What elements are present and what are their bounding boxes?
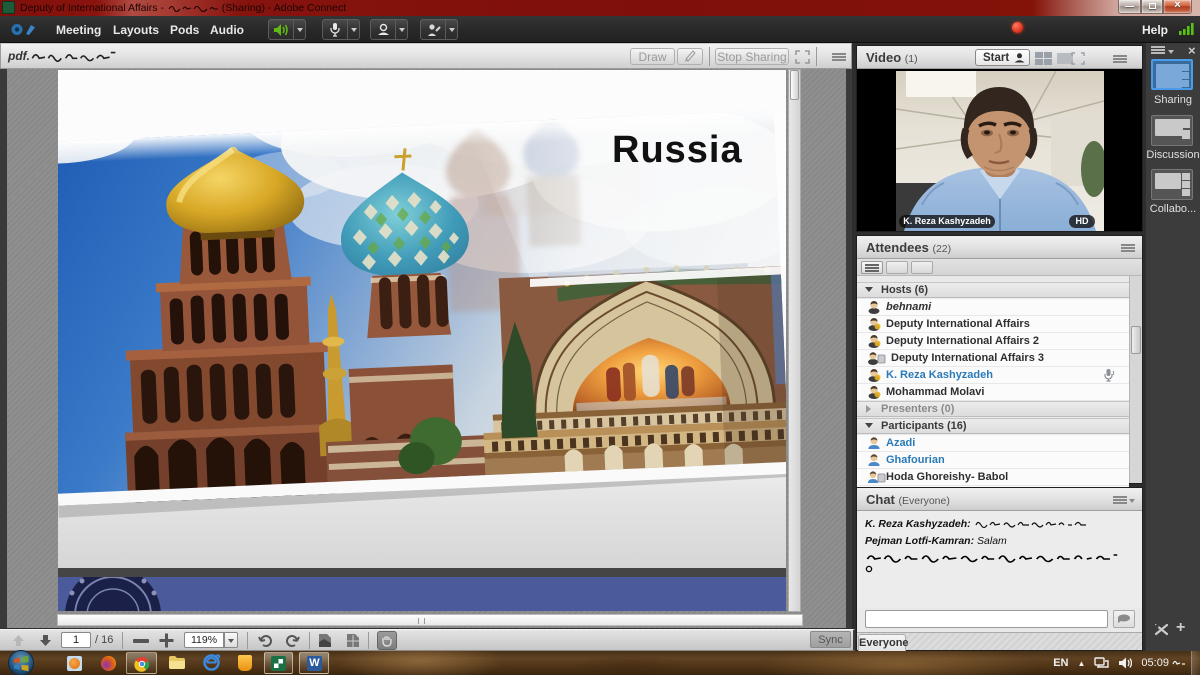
svg-text:Russia: Russia (612, 129, 743, 171)
